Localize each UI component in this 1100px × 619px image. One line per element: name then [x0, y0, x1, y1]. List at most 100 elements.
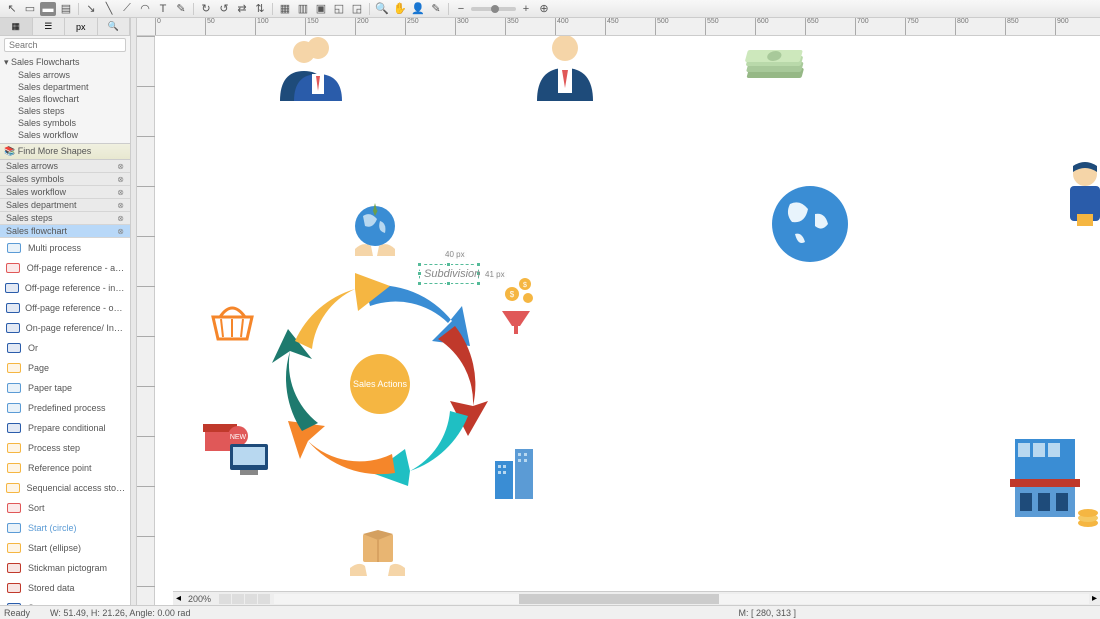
category-item[interactable]: Sales flowchart⊗: [0, 225, 130, 238]
tree-parent[interactable]: ▾ Sales Flowcharts: [0, 56, 130, 69]
shape-item[interactable]: Off-page reference - arrow: [0, 258, 130, 278]
close-icon[interactable]: ⊗: [117, 201, 124, 210]
shape-item[interactable]: Off-page reference - outgoing: [0, 298, 130, 318]
shape-item[interactable]: On-page reference/ Inspe ...: [0, 318, 130, 338]
clone-icon[interactable]: ▭: [22, 2, 38, 16]
panel-icon[interactable]: ▤: [58, 2, 74, 16]
globe-icon[interactable]: [770, 184, 850, 267]
person-icon[interactable]: 👤: [410, 2, 426, 16]
shape-preview-icon: [4, 240, 24, 256]
horizontal-scrollbar[interactable]: ◂ 200% ▸: [173, 591, 1100, 605]
category-item[interactable]: Sales symbols⊗: [0, 173, 130, 186]
shape-item[interactable]: Reference point: [0, 458, 130, 478]
basket-icon[interactable]: [205, 299, 260, 347]
shape-item[interactable]: Summary: [0, 598, 130, 605]
text-icon[interactable]: T: [155, 2, 171, 16]
businessman-icon[interactable]: [525, 36, 605, 109]
gift-computer-icon[interactable]: NEW: [200, 416, 275, 484]
shape-item[interactable]: Stored data: [0, 578, 130, 598]
rotate-icon[interactable]: ↻: [198, 2, 214, 16]
line-icon[interactable]: ╲: [101, 2, 117, 16]
drawing-icon[interactable]: ✎: [173, 2, 189, 16]
tree-item[interactable]: Sales symbols: [0, 117, 130, 129]
tab-grid-icon[interactable]: ▦: [0, 18, 33, 35]
shape-item[interactable]: Prepare conditional: [0, 418, 130, 438]
align2-icon[interactable]: ▥: [295, 2, 311, 16]
close-icon[interactable]: ⊗: [117, 227, 124, 236]
businesspeople-icon[interactable]: [260, 36, 350, 109]
funnel-coins-icon[interactable]: $$: [490, 276, 540, 339]
align-icon[interactable]: ▦: [277, 2, 293, 16]
scrollbar-thumb[interactable]: [519, 594, 719, 604]
shape-item[interactable]: Sort: [0, 498, 130, 518]
shape-item[interactable]: Predefined process: [0, 398, 130, 418]
pan-icon[interactable]: ✋: [392, 2, 408, 16]
scroll-left-icon[interactable]: ◂: [173, 593, 184, 604]
zoom-icon[interactable]: 🔍: [374, 2, 390, 16]
shape-item[interactable]: Stickman pictogram: [0, 558, 130, 578]
close-icon[interactable]: ⊗: [117, 162, 124, 171]
canvas[interactable]: NEW $$: [155, 36, 1100, 605]
tree-item[interactable]: Sales flowchart: [0, 93, 130, 105]
status-ready: Ready: [4, 608, 30, 618]
category-item[interactable]: Sales workflow⊗: [0, 186, 130, 199]
rotate-left-icon[interactable]: ↺: [216, 2, 232, 16]
shape-preview-icon: [4, 360, 24, 376]
buildings-icon[interactable]: [490, 441, 545, 504]
selection-width-label: 40 px: [443, 250, 467, 259]
shape-item[interactable]: Sequencial access storage: [0, 478, 130, 498]
back-icon[interactable]: ◲: [349, 2, 365, 16]
shape-item[interactable]: Page: [0, 358, 130, 378]
delivery-person-icon[interactable]: [1055, 154, 1100, 252]
front-icon[interactable]: ◱: [331, 2, 347, 16]
zoom-fit-icon[interactable]: ⊕: [536, 2, 552, 16]
scroll-right-icon[interactable]: ▸: [1089, 593, 1100, 604]
zoom-slider[interactable]: [471, 7, 516, 11]
page-tabs[interactable]: [215, 594, 274, 604]
category-item[interactable]: Sales department⊗: [0, 199, 130, 212]
tab-search-icon[interactable]: 🔍: [98, 18, 131, 35]
flip-h-icon[interactable]: ⇄: [234, 2, 250, 16]
close-icon[interactable]: ⊗: [117, 188, 124, 197]
category-item[interactable]: Sales arrows⊗: [0, 160, 130, 173]
tree-item[interactable]: Sales steps: [0, 105, 130, 117]
shape-item[interactable]: Process step: [0, 438, 130, 458]
money-stack-icon[interactable]: [735, 46, 820, 104]
selection-height-label: 41 px: [483, 270, 507, 279]
shape-item[interactable]: Multi process: [0, 238, 130, 258]
selection-handles[interactable]: Subdivision: [419, 264, 479, 284]
curve-icon[interactable]: ⟋: [119, 2, 135, 16]
shape-item[interactable]: Or: [0, 338, 130, 358]
ruler-vertical: [137, 36, 155, 605]
zoom-out-icon[interactable]: −: [453, 2, 469, 16]
find-more-shapes[interactable]: 📚 Find More Shapes: [0, 143, 130, 160]
zoom-in-icon[interactable]: +: [518, 2, 534, 16]
category-item[interactable]: Sales steps⊗: [0, 212, 130, 225]
close-icon[interactable]: ⊗: [117, 175, 124, 184]
flip-v-icon[interactable]: ⇅: [252, 2, 268, 16]
shape-item[interactable]: Start (ellipse): [0, 538, 130, 558]
tree-item[interactable]: Sales workflow: [0, 129, 130, 141]
shape-item[interactable]: Off-page reference - incoming: [0, 278, 130, 298]
close-icon[interactable]: ⊗: [117, 214, 124, 223]
selected-text[interactable]: Subdivision: [424, 268, 480, 280]
shape-preview-icon: [4, 440, 24, 456]
eco-globe-icon[interactable]: [345, 201, 405, 264]
tab-list-icon[interactable]: ☰: [33, 18, 66, 35]
search-input[interactable]: [4, 38, 126, 52]
arc-icon[interactable]: ◠: [137, 2, 153, 16]
group-icon[interactable]: ▣: [313, 2, 329, 16]
connector-icon[interactable]: ↘: [83, 2, 99, 16]
canvas-area: 0501001502002503003504004505005506006507…: [137, 18, 1100, 605]
tab-unit[interactable]: px: [65, 18, 98, 35]
tree-item[interactable]: Sales arrows: [0, 69, 130, 81]
library-tree: ▾ Sales Flowcharts Sales arrows Sales de…: [0, 54, 130, 143]
rect-icon[interactable]: ▬: [40, 2, 56, 16]
shape-item[interactable]: Paper tape: [0, 378, 130, 398]
tree-item[interactable]: Sales department: [0, 81, 130, 93]
store-building-icon[interactable]: [1010, 431, 1100, 539]
package-hands-icon[interactable]: [345, 526, 410, 584]
highlight-icon[interactable]: ✎: [428, 2, 444, 16]
shape-item[interactable]: Start (circle): [0, 518, 130, 538]
pointer-tool-icon[interactable]: ↖: [4, 2, 20, 16]
